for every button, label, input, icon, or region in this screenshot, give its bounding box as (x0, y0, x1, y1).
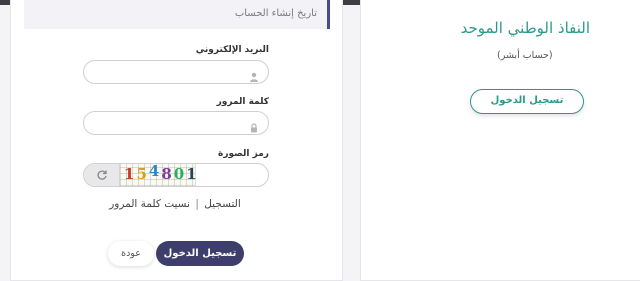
links-separator: | (195, 198, 199, 210)
captcha-label: رمز الصورة (218, 149, 269, 159)
login-panel (10, 0, 343, 281)
captcha-image: 154801 (120, 163, 199, 186)
password-label: كلمة المرور (216, 97, 269, 107)
email-label: البريد الإلكتروني (195, 45, 269, 55)
captcha-refresh-button[interactable] (84, 164, 120, 186)
user-icon (249, 67, 259, 82)
password-field[interactable] (83, 111, 269, 135)
captcha-code: 154801 (124, 163, 199, 183)
register-link[interactable]: التسجيل (204, 198, 241, 210)
email-field[interactable] (83, 60, 269, 84)
auth-links: التسجيل | نسيت كلمة المرور (100, 198, 250, 210)
account-creation-date-label: تاريخ إنشاء الحساب (234, 8, 317, 19)
nafath-panel (360, 0, 640, 281)
refresh-icon (97, 170, 107, 180)
forgot-password-link[interactable]: نسيت كلمة المرور (109, 198, 190, 210)
captcha-field[interactable]: 154801 (83, 163, 269, 187)
account-info-strip: تاريخ إنشاء الحساب (24, 0, 330, 29)
lock-icon (249, 118, 259, 133)
nafath-title: النفاذ الوطني الموحد (460, 19, 590, 37)
nafath-subtitle: (حساب أبشر) (497, 50, 553, 61)
back-button[interactable]: عودة (108, 241, 154, 266)
nafath-login-button[interactable]: تسجيل الدخول (470, 89, 584, 114)
login-button[interactable]: تسجيل الدخول (156, 241, 244, 266)
